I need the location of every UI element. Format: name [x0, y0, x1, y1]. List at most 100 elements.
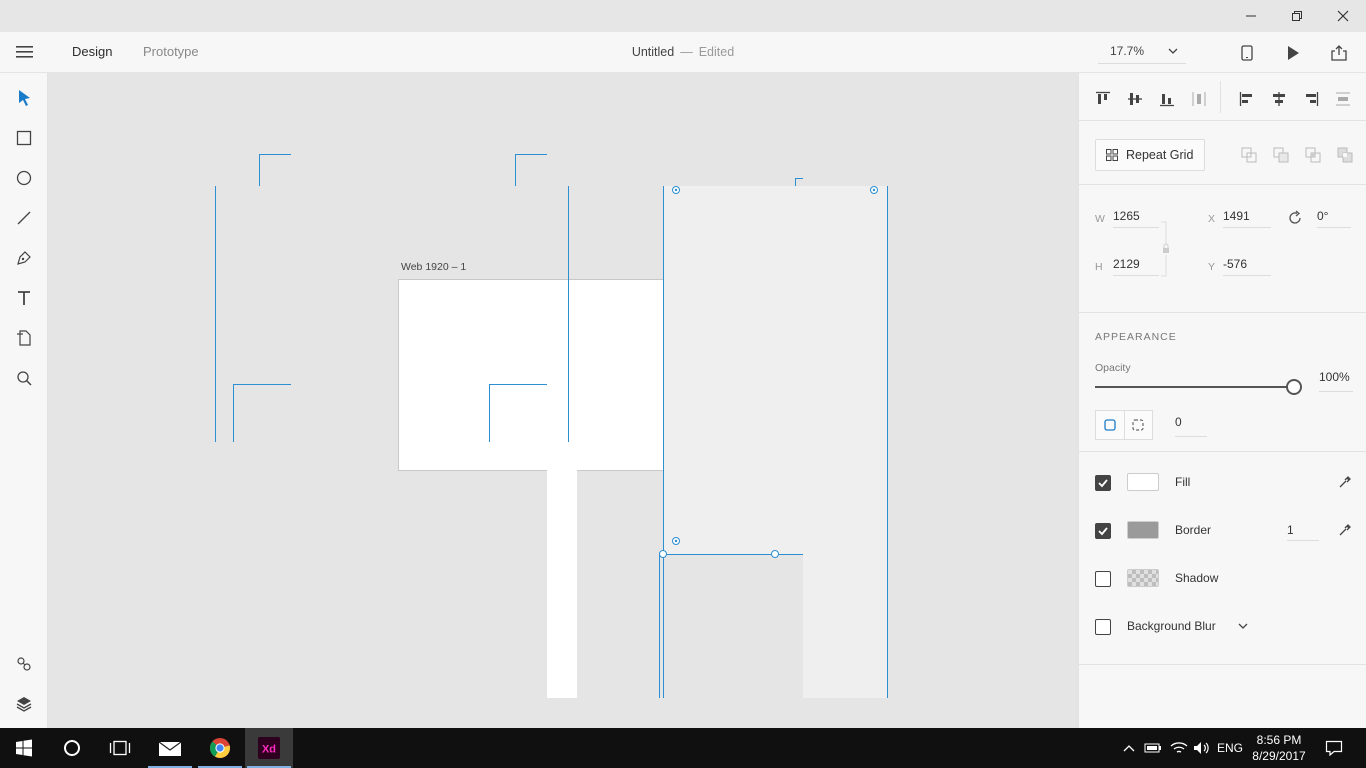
eyedropper-icon[interactable]	[1337, 521, 1353, 539]
opacity-slider-track[interactable]	[1095, 386, 1295, 388]
xd-icon: Xd	[258, 737, 280, 759]
border-color-swatch[interactable]	[1127, 521, 1159, 539]
start-button[interactable]	[0, 728, 48, 768]
document-name: Untitled	[631, 45, 675, 59]
battery-icon	[1144, 743, 1161, 753]
canvas-drawing	[215, 154, 888, 698]
restore-button[interactable]	[1274, 0, 1320, 32]
corner-radius-toggle	[1095, 410, 1153, 440]
border-width-input[interactable]: 1	[1287, 521, 1319, 541]
hamburger-menu-icon[interactable]	[16, 44, 34, 60]
windows-start-icon	[16, 739, 32, 757]
shadow-label: Shadow	[1175, 571, 1219, 585]
white-vertical-shape[interactable]	[547, 441, 577, 698]
app-header: Design Prototype Untitled — Edited 17.7%	[0, 32, 1366, 75]
taskbar-clock[interactable]: 8:56 PM 8/29/2017	[1246, 732, 1312, 764]
text-tool-icon[interactable]	[12, 286, 36, 310]
height-input[interactable]: 2129	[1113, 254, 1159, 276]
x-label: X	[1208, 213, 1216, 225]
clock-time: 8:56 PM	[1256, 733, 1302, 747]
zoom-tool-icon[interactable]	[12, 366, 36, 390]
background-blur-checkbox[interactable]	[1095, 619, 1111, 635]
layers-icon[interactable]	[12, 692, 36, 716]
align-left-icon[interactable]	[1237, 89, 1257, 109]
align-middle-icon[interactable]	[1125, 89, 1145, 109]
cortana-button[interactable]	[48, 728, 96, 768]
language-label: ENG	[1216, 741, 1243, 755]
align-center-icon[interactable]	[1269, 89, 1289, 109]
align-top-icon[interactable]	[1093, 89, 1113, 109]
boolean-exclude-icon[interactable]	[1335, 145, 1355, 165]
ellipse-tool-icon[interactable]	[12, 166, 36, 190]
boolean-intersect-icon[interactable]	[1303, 145, 1323, 165]
show-hidden-icons-button[interactable]	[1120, 728, 1138, 768]
height-label: H	[1095, 261, 1103, 273]
width-input[interactable]: 1265	[1113, 206, 1159, 228]
minimize-button[interactable]	[1228, 0, 1274, 32]
eyedropper-icon[interactable]	[1337, 473, 1353, 491]
x-input[interactable]: 1491	[1223, 206, 1271, 228]
blur-divider	[1079, 664, 1366, 665]
battery-tray-button[interactable]	[1142, 728, 1164, 768]
y-input[interactable]: -576	[1223, 254, 1271, 276]
align-right-icon[interactable]	[1301, 89, 1321, 109]
select-tool-icon[interactable]	[12, 86, 36, 110]
opacity-label: Opacity	[1095, 362, 1131, 374]
zoom-dropdown[interactable]: 17.7%	[1098, 40, 1186, 64]
border-label: Border	[1175, 523, 1212, 537]
rotation-input[interactable]: 0°	[1317, 206, 1351, 228]
lock-aspect-ratio-icon[interactable]	[1161, 221, 1171, 277]
svg-text:Xd: Xd	[262, 744, 276, 756]
tab-prototype[interactable]: Prototype	[143, 44, 199, 59]
design-canvas[interactable]: Web 1920 – 1	[48, 73, 1078, 728]
align-section	[1079, 73, 1366, 121]
close-button[interactable]	[1320, 0, 1366, 32]
pen-tool-icon[interactable]	[12, 246, 36, 270]
shadow-checkbox[interactable]	[1095, 571, 1111, 587]
fill-checkbox[interactable]	[1095, 475, 1111, 491]
xd-app-button[interactable]: Xd	[245, 728, 293, 768]
network-tray-button[interactable]	[1168, 728, 1190, 768]
property-inspector: Repeat Grid W 1265 H 2129 X 1491 Y -576 …	[1078, 73, 1366, 728]
rotate-icon	[1287, 210, 1303, 226]
chrome-app-button[interactable]	[196, 728, 244, 768]
task-view-icon	[109, 740, 131, 756]
artboard-tool-icon[interactable]	[12, 326, 36, 350]
uniform-corners-button[interactable]	[1096, 411, 1124, 439]
checkmark-icon	[1098, 479, 1108, 488]
volume-tray-button[interactable]	[1191, 728, 1213, 768]
play-preview-icon[interactable]	[1282, 42, 1304, 64]
fill-color-swatch[interactable]	[1127, 473, 1159, 491]
line-tool-icon[interactable]	[12, 206, 36, 230]
opacity-slider-thumb[interactable]	[1286, 379, 1302, 395]
repeat-grid-button[interactable]: Repeat Grid	[1095, 139, 1205, 171]
individual-corners-button[interactable]	[1123, 411, 1152, 439]
task-view-button[interactable]	[96, 728, 144, 768]
corner-radius-input[interactable]: 0	[1175, 415, 1207, 437]
share-icon[interactable]	[1328, 42, 1350, 64]
artboard-label[interactable]: Web 1920 – 1	[401, 261, 466, 273]
action-center-button[interactable]	[1320, 728, 1348, 768]
tab-design[interactable]: Design	[72, 44, 113, 75]
boolean-add-icon[interactable]	[1239, 145, 1259, 165]
background-blur-row: Background Blur	[1095, 617, 1351, 641]
border-checkbox[interactable]	[1095, 523, 1111, 539]
canvas-gap	[663, 554, 803, 698]
y-label: Y	[1208, 261, 1216, 273]
restore-icon	[1292, 11, 1302, 21]
language-indicator[interactable]: ENG	[1214, 728, 1246, 768]
distribute-vertical-icon[interactable]	[1333, 89, 1353, 109]
tools-panel	[0, 73, 48, 728]
close-icon	[1337, 10, 1349, 22]
shadow-color-swatch[interactable]	[1127, 569, 1159, 587]
boolean-subtract-icon[interactable]	[1271, 145, 1291, 165]
rectangle-tool-icon[interactable]	[12, 126, 36, 150]
chevron-down-icon[interactable]	[1238, 623, 1248, 631]
align-bottom-icon[interactable]	[1157, 89, 1177, 109]
width-label: W	[1095, 213, 1105, 225]
symbols-icon[interactable]	[12, 652, 36, 676]
mail-app-button[interactable]	[146, 728, 194, 768]
device-preview-icon[interactable]	[1236, 42, 1258, 64]
distribute-horizontal-icon[interactable]	[1189, 89, 1209, 109]
opacity-input[interactable]: 100%	[1319, 370, 1353, 392]
